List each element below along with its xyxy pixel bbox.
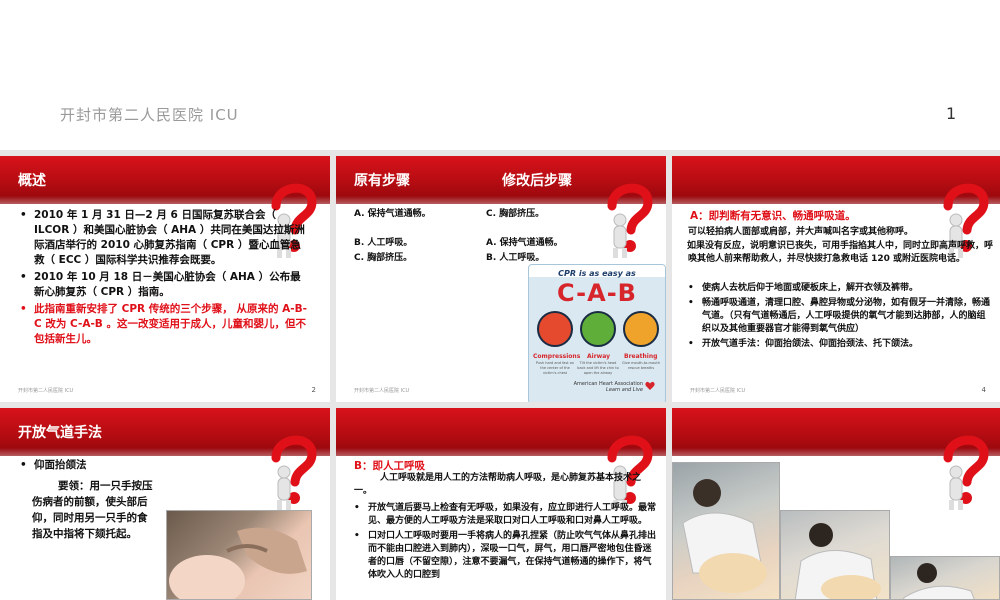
- slide-steps[interactable]: 原有步骤 修改后步骤 A. 保持气道通畅。 C. 胸部挤压。 B. 人工呼吸。 …: [336, 156, 666, 402]
- list-item: 使病人去枕后仰于地面或硬板床上，解开衣领及裤带。: [688, 282, 994, 295]
- airway-bullets: 使病人去枕后仰于地面或硬板床上，解开衣领及裤带。 畅通呼吸通道，清理口腔、鼻腔异…: [688, 282, 994, 353]
- steps-row: A. 保持气道通畅。 C. 胸部挤压。: [354, 206, 654, 221]
- cpr-photo-2: [780, 510, 890, 600]
- cpr-photo-1: [672, 462, 780, 600]
- compressions-icon: [537, 311, 573, 347]
- slide-overview[interactable]: 概述 2010 年 1 月 31 日—2 月 6 日国际复苏联合会（ ILCOR…: [0, 156, 330, 402]
- cpr-photo-3: [890, 556, 1000, 600]
- original-step: C. 胸部挤压。: [354, 253, 413, 263]
- original-step: A. 保持气道通畅。: [354, 209, 431, 219]
- list-item: 2010 年 10 月 18 日－美国心脏协会（ AHA ）公布最新心肺复苏（ …: [20, 270, 310, 300]
- slide-title-original: 原有步骤: [354, 173, 410, 189]
- list-item: 畅通呼吸通道，清理口腔、鼻腔异物或分泌物，如有假牙一并清除，畅通气道。（只有气道…: [688, 297, 994, 336]
- steps-row: B. 人工呼吸。 A. 保持气道通畅。: [354, 235, 654, 250]
- rescuer-icon: [902, 563, 975, 599]
- compressions-label: Compressions: [533, 353, 581, 360]
- slide-number: 2: [311, 386, 316, 394]
- slide-title-revised: 修改后步骤: [502, 173, 572, 189]
- list-item: 2010 年 1 月 31 日—2 月 6 日国际复苏联合会（ ILCOR ）和…: [20, 208, 310, 268]
- poster-cab-letters: C-A-B: [557, 279, 637, 307]
- slide-open-airway[interactable]: 开放气道手法 仰面抬颌法 要领：用一只手按压伤病者的前额，使头部后仰，同时用另一…: [0, 408, 330, 600]
- list-item: 开放气道后要马上检查有无呼吸，如果没有，应立即进行人工呼吸。最常见、最方便的人工…: [354, 502, 656, 528]
- section-heading: B：即人工呼吸: [354, 460, 426, 472]
- slide-title: 概述: [18, 173, 46, 189]
- steps-row: C. 胸部挤压。 B. 人工呼吸。: [354, 250, 654, 265]
- method-bullets: 仰面抬颌法: [20, 458, 170, 475]
- rescuer-icon: [682, 479, 767, 593]
- slide-number: 4: [981, 386, 986, 394]
- breathing-desc: Give mouth-to-mouth rescue breaths: [622, 361, 660, 370]
- question-mark-figure-icon: [943, 435, 989, 510]
- poster-tagline: CPR is as easy as: [558, 269, 636, 278]
- head-tilt-photo: [166, 510, 312, 600]
- slide-photos[interactable]: [672, 408, 1000, 600]
- method-description: 要领：用一只手按压伤病者的前额，使头部后仰，同时用另一只手的食指及中指将下颏托起…: [32, 480, 153, 540]
- overview-bullets: 2010 年 1 月 31 日—2 月 6 日国际复苏联合会（ ILCOR ）和…: [20, 208, 310, 349]
- page-header: 开封市第二人民医院 ICU 1: [0, 0, 1000, 150]
- breathing-bullets: 开放气道后要马上检查有无呼吸，如果没有，应立即进行人工呼吸。最常见、最方便的人工…: [354, 502, 656, 584]
- question-mark-figure-icon: [271, 435, 317, 510]
- slide-footer: 开封市第二人民医院 ICU: [18, 388, 74, 394]
- list-item: 口对口人工呼吸时要用一手将病人的鼻孔捏紧（防止吹气气体从鼻孔排出而不能由口腔进入…: [354, 530, 656, 582]
- revised-step: C. 胸部挤压。: [486, 209, 545, 219]
- steps-comparison: A. 保持气道通畅。 C. 胸部挤压。 B. 人工呼吸。 A. 保持气道通畅。 …: [354, 206, 654, 265]
- revised-step: B. 人工呼吸。: [486, 253, 545, 263]
- hospital-title: 开封市第二人民医院 ICU: [60, 106, 239, 124]
- airway-icon: [580, 311, 616, 347]
- aha-tagline: Learn and Live: [606, 387, 643, 393]
- paragraph: 人工呼吸就是用人工的方法帮助病人呼吸，是心肺复苏基本技术之一。: [354, 473, 642, 496]
- airway-desc: Tilt the victim's head back and lift the…: [577, 361, 619, 375]
- original-step: B. 人工呼吸。: [354, 238, 413, 248]
- breathing-label: Breathing: [624, 353, 658, 360]
- list-item: 此指南重新安排了 CPR 传统的三个步骤， 从原来的 A-B-C 改为 C-A-…: [20, 302, 310, 347]
- compressions-desc: Push hard and fast on the center of the …: [535, 361, 575, 375]
- aha-logo-text: American Heart Association Learn and Liv…: [574, 381, 643, 393]
- airway-label: Airway: [587, 353, 610, 360]
- revised-step: A. 保持气道通畅。: [486, 238, 563, 248]
- list-item: 开放气道手法：仰面抬颌法、仰面抬颈法、托下颌法。: [688, 338, 994, 351]
- rescuer-icon: [794, 523, 881, 599]
- paragraph: 如果没有反应，说明意识已丧失，可用手指掐其人中，同时立即高声呼救，呼唤其他人前来…: [687, 241, 994, 264]
- manikin-head-icon: [169, 527, 307, 599]
- slide-footer: 开封市第二人民医院 ICU: [690, 388, 746, 394]
- cpr-cab-poster: CPR is as easy as C-A-B Compressions Air…: [528, 264, 666, 402]
- slide-airway[interactable]: A：即判断有无意识、畅通呼吸道。 可以轻拍病人面部或肩部，并大声喊叫名字或其他称…: [672, 156, 1000, 402]
- slide-title: 开放气道手法: [18, 425, 102, 441]
- section-heading: A：即判断有无意识、畅通呼吸道。: [690, 210, 856, 222]
- heart-icon: [645, 381, 655, 390]
- question-mark-figure-icon: [607, 435, 653, 510]
- paragraph: 可以轻拍病人面部或肩部，并大声喊叫名字或其他称呼。: [688, 227, 914, 237]
- slide-footer: 开封市第二人民医院 ICU: [354, 388, 410, 394]
- page-number: 1: [946, 104, 957, 123]
- breathing-icon: [623, 311, 659, 347]
- slide-breathing[interactable]: B：即人工呼吸 人工呼吸就是用人工的方法帮助病人呼吸，是心肺复苏基本技术之一。 …: [336, 408, 666, 600]
- list-item: 仰面抬颌法: [20, 458, 170, 473]
